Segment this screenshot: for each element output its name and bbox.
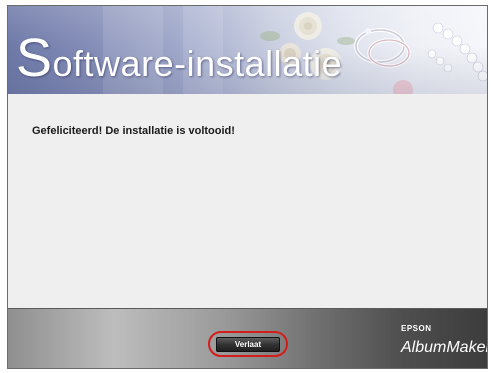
completion-message: Gefeliciteerd! De installatie is voltooi… (32, 125, 235, 137)
brand-product: AlbumMaker (401, 339, 488, 356)
footer-bar: Verlaat EPSON AlbumMaker (8, 308, 487, 368)
banner-title: Software-installatie (16, 31, 343, 88)
installer-window: Software-installatie Gefeliciteerd! De i… (7, 5, 488, 369)
header-banner: Software-installatie (8, 6, 487, 94)
exit-button[interactable]: Verlaat (216, 337, 280, 352)
content-panel: Gefeliciteerd! De installatie is voltooi… (8, 94, 487, 308)
banner-title-initial: S (16, 28, 53, 88)
brand-logo: EPSON AlbumMaker (401, 324, 487, 357)
banner-title-text: oftware-installatie (52, 43, 343, 84)
brand-maker: EPSON (401, 324, 432, 333)
